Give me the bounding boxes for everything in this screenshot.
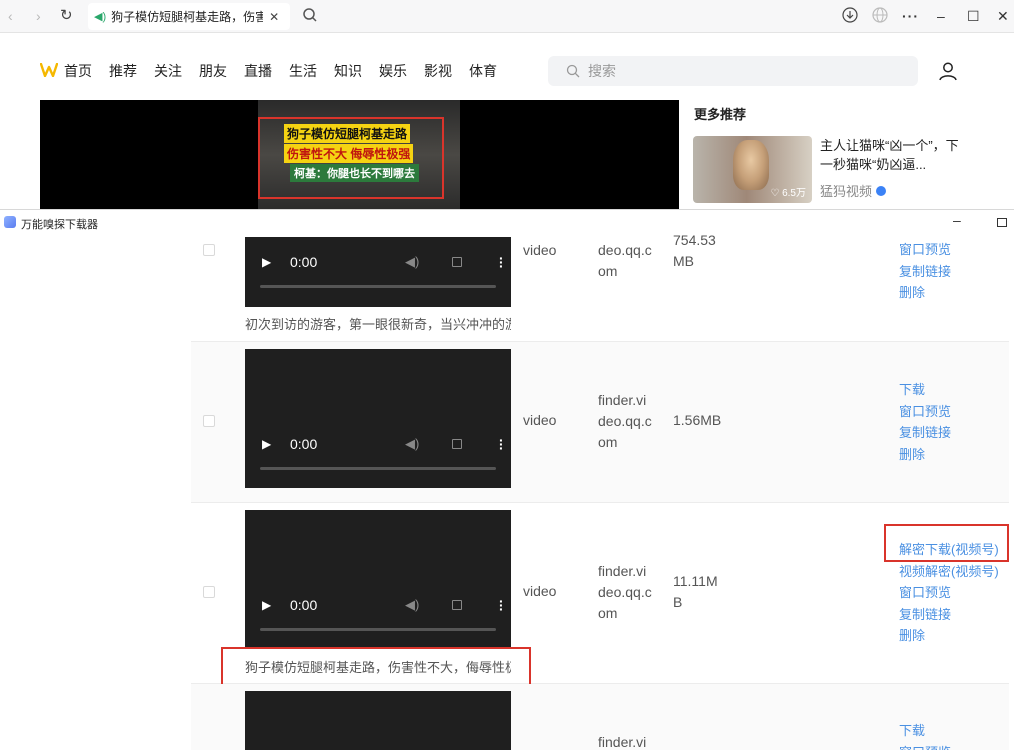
search-icon [566, 64, 580, 78]
play-icon[interactable]: ▶ [262, 437, 271, 451]
globe-icon[interactable] [872, 7, 888, 27]
more-recommend-title: 更多推荐 [694, 107, 747, 122]
player-progress[interactable] [260, 467, 496, 470]
row-actions: 下载 窗口预览 [899, 720, 951, 750]
recommend-views: ♡ 6.5万 [770, 188, 806, 199]
recommend-source-name: 猛犸视频 [820, 184, 873, 199]
copy-link[interactable]: 复制链接 [899, 261, 951, 283]
site-logo-icon[interactable] [40, 63, 58, 77]
row-checkbox[interactable] [203, 586, 215, 598]
tab-title: 狗子模仿短腿柯基走路，伤害性不大，侮辱性极强 [111, 10, 264, 24]
fullscreen-icon[interactable] [452, 257, 462, 267]
row-domain: deo.qq.com [598, 242, 652, 279]
download-link[interactable]: 下载 [899, 720, 951, 742]
row-type: video [523, 242, 557, 258]
video-player[interactable] [245, 691, 511, 750]
row-actions: 下载 窗口预览 复制链接 删除 [899, 379, 951, 465]
back-icon[interactable]: ‹ [8, 8, 13, 24]
nav-item-recommend[interactable]: 推荐 [109, 62, 137, 80]
browser-tab-bar: ‹ › ↻ ◀) 狗子模仿短腿柯基走路，伤害性不大，侮辱性极强 ✕ ··· – … [0, 0, 1014, 33]
more-icon[interactable]: ··· [902, 7, 919, 25]
nav-item-follow[interactable]: 关注 [154, 62, 182, 80]
fullscreen-icon[interactable] [452, 439, 462, 449]
downloader-titlebar: 万能嗅探下载器 – [0, 210, 1014, 236]
row-size: 11.11MB [673, 573, 718, 610]
player-menu-icon[interactable]: · · · [499, 251, 504, 273]
row-size: 754.53MB [673, 232, 716, 269]
player-menu-icon[interactable]: · · · [499, 594, 504, 616]
volume-icon[interactable]: ◀) [405, 597, 419, 613]
tab-close-icon[interactable]: ✕ [269, 10, 279, 24]
downloader-title: 万能嗅探下载器 [21, 219, 98, 231]
delete-link[interactable]: 删除 [899, 282, 951, 304]
close-button[interactable]: ✕ [997, 7, 1009, 25]
play-icon[interactable]: ▶ [262, 255, 271, 269]
nav-item-friends[interactable]: 朋友 [199, 62, 227, 80]
preview-link[interactable]: 窗口预览 [899, 742, 951, 750]
minimize-button[interactable]: – [937, 7, 945, 25]
video-player[interactable]: ▶ 0:00 ◀) · · · [245, 237, 511, 307]
cat-image [733, 140, 769, 190]
row-size: 1.56MB [673, 412, 722, 428]
nav-item-film[interactable]: 影视 [424, 62, 452, 80]
delete-link[interactable]: 删除 [899, 625, 999, 647]
player-progress[interactable] [260, 628, 496, 631]
downloader-app-icon [4, 216, 16, 228]
site-nav: 首页 推荐 关注 朋友 直播 生活 知识 娱乐 影视 体育 [64, 62, 514, 80]
nav-item-sports[interactable]: 体育 [469, 62, 497, 80]
search-input[interactable]: 搜索 [548, 56, 918, 86]
volume-icon[interactable]: ◀) [405, 254, 419, 270]
play-icon[interactable]: ▶ [262, 598, 271, 612]
decrypt-highlight-box [884, 524, 1009, 562]
download-icon[interactable] [842, 7, 858, 27]
delete-link[interactable]: 删除 [899, 444, 951, 466]
preview-link[interactable]: 窗口预览 [899, 401, 951, 423]
nav-item-home[interactable]: 首页 [64, 62, 92, 80]
recommend-thumbnail[interactable]: ♡ 6.5万 [693, 136, 812, 203]
copy-link[interactable]: 复制链接 [899, 604, 999, 626]
video-player[interactable]: ▶ 0:00 ◀) · · · [245, 510, 511, 649]
search-icon[interactable] [300, 5, 320, 25]
description-highlight-box [221, 647, 531, 688]
nav-item-knowledge[interactable]: 知识 [334, 62, 362, 80]
downloader-maximize-button[interactable] [997, 218, 1007, 227]
player-menu-icon[interactable]: · · · [499, 433, 504, 455]
downloader-minimize-button[interactable]: – [953, 212, 961, 228]
forward-icon[interactable]: › [36, 8, 41, 24]
user-icon[interactable] [938, 61, 958, 81]
row-type: video [523, 412, 557, 428]
player-progress[interactable] [260, 285, 496, 288]
row-checkbox[interactable] [203, 244, 215, 256]
player-time: 0:00 [290, 436, 318, 452]
caption-highlight-box [258, 117, 444, 199]
row-actions: 窗口预览 复制链接 删除 [899, 239, 951, 304]
copy-link[interactable]: 复制链接 [899, 422, 951, 444]
nav-item-entertainment[interactable]: 娱乐 [379, 62, 407, 80]
speaker-icon: ◀) [94, 11, 107, 23]
fullscreen-icon[interactable] [452, 600, 462, 610]
maximize-button[interactable]: ☐ [967, 7, 980, 25]
nav-item-life[interactable]: 生活 [289, 62, 317, 80]
recommend-source[interactable]: 猛犸视频 [820, 181, 887, 200]
player-time: 0:00 [290, 254, 318, 270]
row-domain: finder.vi [598, 734, 647, 750]
search-placeholder: 搜索 [588, 63, 616, 79]
tab-active[interactable]: ◀) 狗子模仿短腿柯基走路，伤害性不大，侮辱性极强 ✕ [88, 3, 290, 30]
verified-icon [876, 185, 887, 196]
download-link[interactable]: 下载 [899, 379, 951, 401]
preview-link[interactable]: 窗口预览 [899, 582, 999, 604]
recommend-title[interactable]: 主人让猫咪“凶一个”，下一秒猫咪“奶凶逼... [820, 136, 970, 174]
row-domain: finder.video.qq.com [598, 392, 652, 450]
row-description: 初次到访的游客，第一眼很新奇，当兴冲冲的游 [245, 317, 511, 332]
volume-icon[interactable]: ◀) [405, 436, 419, 452]
video-decrypt-link[interactable]: 视频解密(视频号) [899, 561, 999, 583]
video-player[interactable]: ▶ 0:00 ◀) · · · [245, 349, 511, 488]
row-checkbox[interactable] [203, 415, 215, 427]
row-domain: finder.video.qq.com [598, 563, 652, 621]
preview-link[interactable]: 窗口预览 [899, 239, 951, 261]
reload-icon[interactable]: ↻ [60, 8, 73, 24]
player-time: 0:00 [290, 597, 318, 613]
row-type: video [523, 583, 557, 599]
nav-item-live[interactable]: 直播 [244, 62, 272, 80]
